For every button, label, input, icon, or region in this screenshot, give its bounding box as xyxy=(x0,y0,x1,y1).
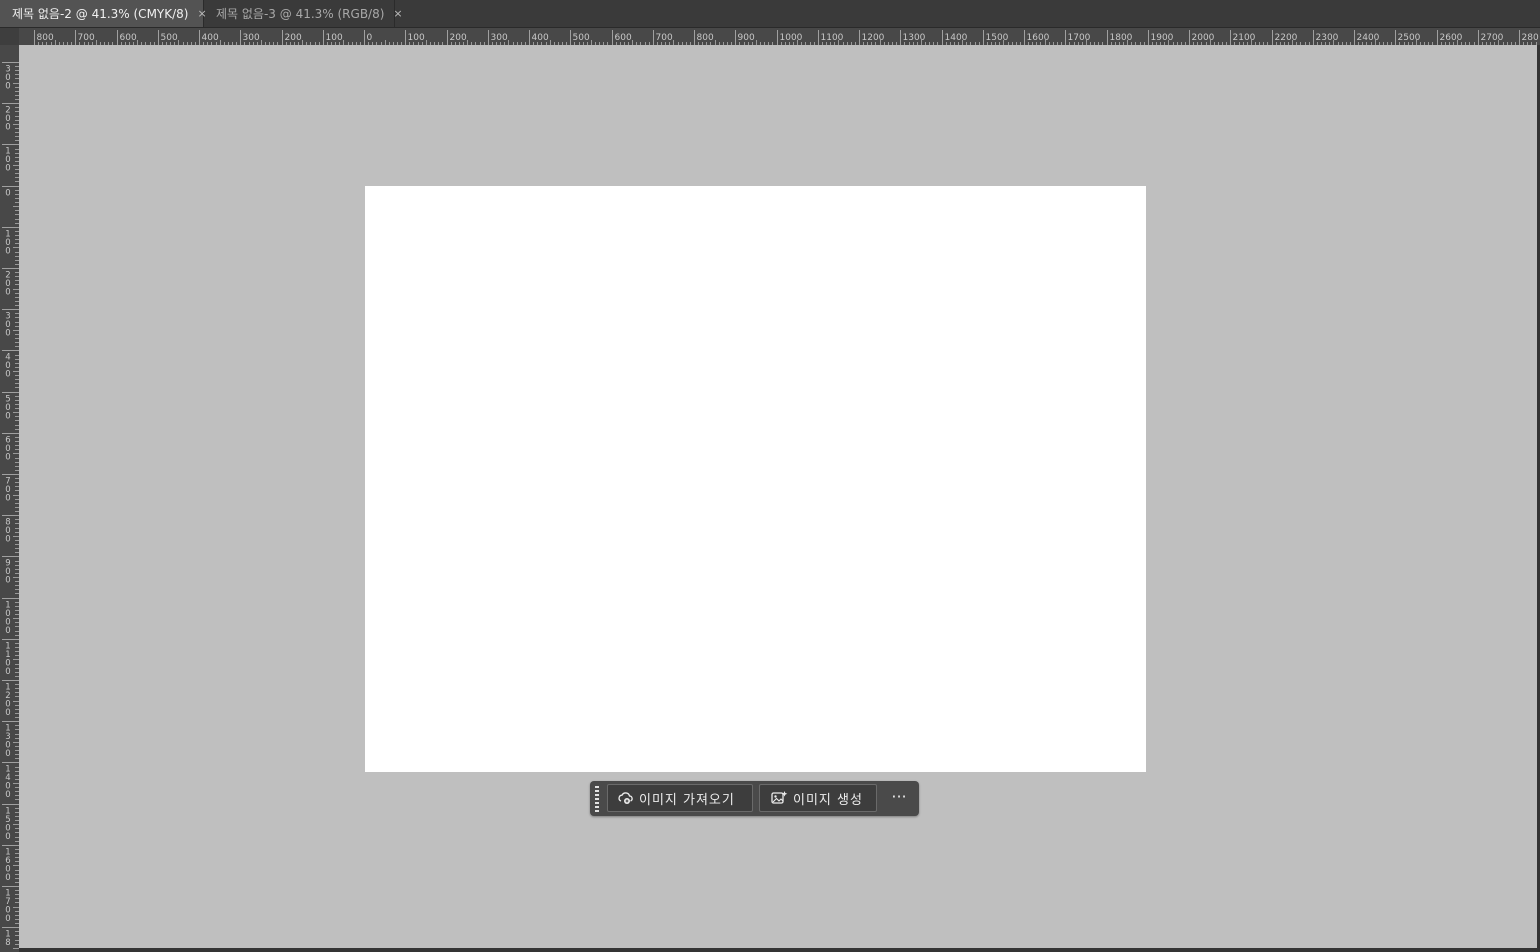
ruler-label: 0 xyxy=(5,494,10,504)
ruler-label: 200 xyxy=(285,33,302,43)
ruler-label: 2200 xyxy=(1275,33,1298,43)
generate-image-icon xyxy=(771,791,788,804)
ruler-label: 0 xyxy=(5,576,10,586)
document-canvas[interactable] xyxy=(365,186,1146,772)
ruler-label: 800 xyxy=(697,33,714,43)
ruler-label: 2300 xyxy=(1316,33,1339,43)
ruler-label: 0 xyxy=(5,329,10,339)
ruler-label: 0 xyxy=(5,626,10,636)
ruler-label: 0 xyxy=(5,123,10,133)
document-tab-bar: 제목 없음-2 @ 41.3% (CMYK/8) × 제목 없음-3 @ 41.… xyxy=(0,0,1540,28)
tab-title: 제목 없음-2 @ 41.3% (CMYK/8) xyxy=(12,7,189,21)
ruler-label: 2100 xyxy=(1233,33,1256,43)
ruler-label: 0 xyxy=(5,667,10,677)
ruler-label: 8 xyxy=(5,938,10,948)
ruler-label: 0 xyxy=(5,247,10,257)
ruler-label: 0 xyxy=(5,288,10,298)
bottom-edge xyxy=(19,948,1540,952)
horizontal-ruler[interactable]: 800 700 600 500 400 300 200 100 0 100 200 300 400 500… xyxy=(19,28,1540,45)
ruler-label: 0 xyxy=(5,873,10,883)
ruler-label: 1000 xyxy=(780,33,803,43)
tab-document-2[interactable]: 제목 없음-2 @ 41.3% (CMYK/8) × xyxy=(0,0,207,27)
ruler-label: 200 xyxy=(450,33,467,43)
ruler-label: 0 xyxy=(5,790,10,800)
ruler-label: 0 xyxy=(5,164,10,174)
drag-handle[interactable] xyxy=(595,786,599,812)
import-image-label: 이미지 가져오기 xyxy=(639,792,735,808)
ruler-label: 600 xyxy=(120,33,137,43)
ruler-label: 0 xyxy=(5,749,10,759)
ruler-label: 800 xyxy=(37,33,54,43)
tab-title: 제목 없음-3 @ 41.3% (RGB/8) xyxy=(216,7,385,21)
close-icon[interactable]: × xyxy=(393,7,402,20)
ruler-label: 100 xyxy=(326,33,343,43)
ruler-label: 0 xyxy=(5,189,10,199)
vertical-ruler[interactable]: 3002001000100200300400500600700800900100… xyxy=(0,45,19,952)
ruler-label: 700 xyxy=(656,33,673,43)
ruler-label: 0 xyxy=(5,832,10,842)
ruler-label: 1700 xyxy=(1068,33,1091,43)
ruler-label: 0 xyxy=(5,82,10,92)
ruler-label: 1100 xyxy=(821,33,844,43)
import-image-icon xyxy=(618,792,633,804)
ruler-label: 100 xyxy=(408,33,425,43)
ruler-label: 0 xyxy=(5,453,10,463)
ruler-label: 400 xyxy=(532,33,549,43)
tab-document-3[interactable]: 제목 없음-3 @ 41.3% (RGB/8) × xyxy=(204,0,403,27)
ruler-label: 1500 xyxy=(986,33,1009,43)
ruler-label: 1800 xyxy=(1110,33,1133,43)
ruler-label: 1200 xyxy=(862,33,885,43)
ruler-label: 600 xyxy=(615,33,632,43)
ruler-label: 500 xyxy=(573,33,590,43)
ruler-label: 1300 xyxy=(903,33,926,43)
ruler-label: 300 xyxy=(243,33,260,43)
ruler-label: 280 xyxy=(1522,33,1539,43)
more-options-icon[interactable]: ··· xyxy=(888,787,910,809)
ruler-label: 0 xyxy=(5,412,10,422)
ruler-label: 2600 xyxy=(1440,33,1463,43)
ruler-label: 0 xyxy=(5,370,10,380)
ruler-label: 1900 xyxy=(1151,33,1174,43)
ruler-label: 1600 xyxy=(1027,33,1050,43)
ruler-label: 0 xyxy=(5,914,10,924)
ruler-label: 900 xyxy=(738,33,755,43)
ruler-label: 300 xyxy=(491,33,508,43)
ruler-label: 2500 xyxy=(1398,33,1421,43)
ruler-label: 0 xyxy=(5,535,10,545)
contextual-taskbar: 이미지 가져오기 이미지 생성 ··· xyxy=(590,781,919,816)
ruler-origin[interactable] xyxy=(0,28,19,45)
ruler-label: 0 xyxy=(5,708,10,718)
generate-image-button[interactable]: 이미지 생성 xyxy=(759,784,877,812)
ruler-label: 500 xyxy=(161,33,178,43)
ruler-label: 1400 xyxy=(945,33,968,43)
import-image-button[interactable]: 이미지 가져오기 xyxy=(607,784,753,812)
ruler-label: 0 xyxy=(367,33,373,43)
generate-image-label: 이미지 생성 xyxy=(793,792,863,808)
ruler-label: 400 xyxy=(202,33,219,43)
ruler-label: 2000 xyxy=(1192,33,1215,43)
ruler-label: 2700 xyxy=(1481,33,1504,43)
ruler-label: 2400 xyxy=(1357,33,1380,43)
ruler-label: 700 xyxy=(78,33,95,43)
